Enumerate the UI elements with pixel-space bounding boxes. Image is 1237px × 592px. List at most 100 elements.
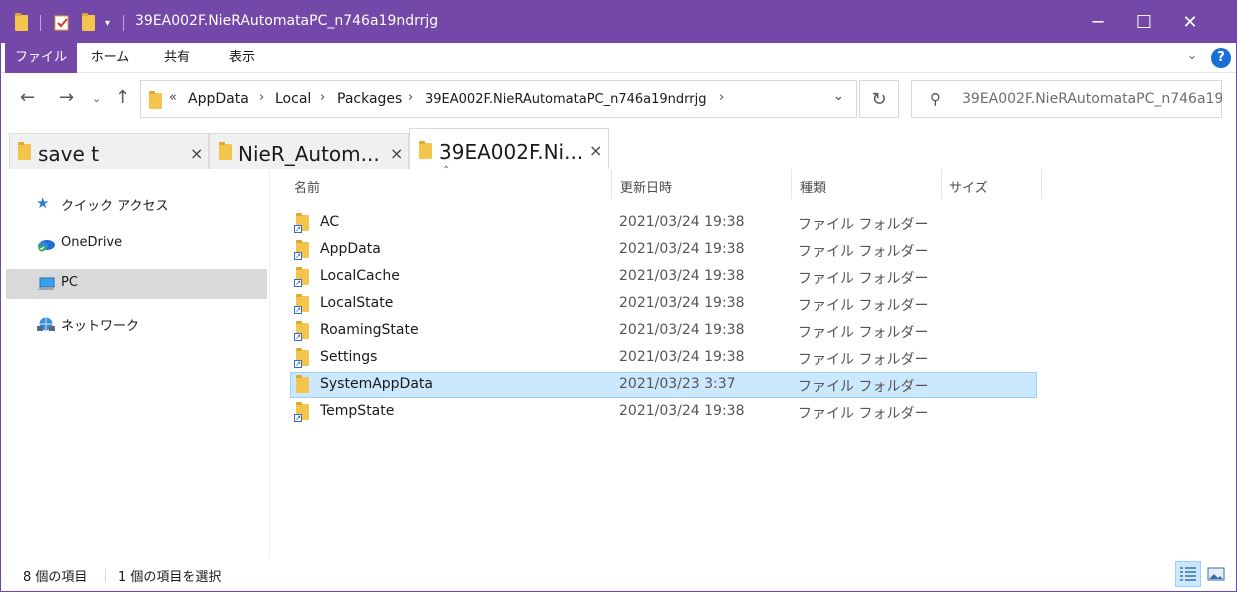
file-type: ファイル フォルダー: [798, 352, 929, 368]
recent-locations-chevron-icon[interactable]: ⌄: [92, 92, 101, 105]
address-bar[interactable]: « AppData › Local › Packages › 39EA002F.…: [140, 80, 857, 118]
column-divider[interactable]: [1041, 169, 1042, 199]
customize-toolbar-icon[interactable]: ▾: [105, 13, 110, 33]
toolbar-divider: [40, 15, 41, 31]
nav-item-network[interactable]: ネットワーク: [6, 309, 267, 339]
item-count: 8 個の項目: [23, 570, 88, 585]
search-box[interactable]: ⚲ 39EA002F.NieRAutomataPC_n746a19n...: [911, 80, 1222, 118]
file-date: 2021/03/24 19:38: [619, 241, 745, 257]
status-divider: [105, 568, 106, 582]
breadcrumb-overflow[interactable]: «: [169, 90, 177, 105]
table-row[interactable]: ↗ RoamingState 2021/03/24 19:38 ファイル フォル…: [290, 318, 1037, 344]
file-type: ファイル フォルダー: [798, 217, 929, 233]
file-name: SystemAppData: [320, 376, 433, 392]
ribbon-tab-share[interactable]: 共有: [153, 43, 201, 73]
file-name: Settings: [320, 349, 378, 365]
tab-label: NieR_Autom...: [238, 142, 380, 166]
window-title: 39EA002F.NieRAutomataPC_n746a19ndrrjg: [135, 13, 439, 29]
breadcrumb-packages[interactable]: Packages: [337, 91, 402, 107]
column-divider[interactable]: [941, 169, 942, 199]
large-icons-view-icon[interactable]: [1203, 561, 1229, 587]
ribbon-tab-file[interactable]: ファイル: [5, 43, 77, 73]
folder-icon: [18, 142, 31, 160]
nav-item-quick-access[interactable]: ★ クイック アクセス: [6, 189, 267, 219]
chevron-right-icon[interactable]: ›: [259, 90, 264, 105]
new-folder-icon[interactable]: [82, 13, 95, 33]
column-header-name[interactable]: 名前: [294, 177, 320, 196]
folder-shortcut-icon: ↗: [294, 402, 309, 422]
forward-arrow-icon[interactable]: →: [59, 87, 74, 108]
ribbon-tab-view[interactable]: 表示: [215, 43, 269, 73]
folder-icon: [296, 375, 309, 393]
table-row[interactable]: ↗ AppData 2021/03/24 19:38 ファイル フォルダー: [290, 237, 1037, 263]
file-name: LocalCache: [320, 268, 400, 284]
tab-label: save t: [38, 142, 100, 166]
refresh-icon[interactable]: ↻: [859, 80, 899, 118]
close-tab-icon[interactable]: ×: [589, 141, 602, 160]
file-date: 2021/03/24 19:38: [619, 214, 745, 230]
tab-nier-autom[interactable]: NieR_Autom... ×: [209, 133, 409, 169]
maximize-button[interactable]: ☐: [1121, 1, 1167, 43]
tab-save-t[interactable]: save t ×: [9, 133, 209, 169]
folder-shortcut-icon: ↗: [294, 267, 309, 287]
cloud-icon: [36, 236, 55, 252]
file-type: ファイル フォルダー: [798, 298, 929, 314]
expand-ribbon-icon[interactable]: ⌄: [1187, 48, 1197, 62]
chevron-right-icon[interactable]: ›: [320, 90, 325, 105]
table-row[interactable]: ↗ LocalState 2021/03/24 19:38 ファイル フォルダー: [290, 291, 1037, 317]
chevron-right-icon[interactable]: ›: [719, 90, 724, 105]
folder-shortcut-icon: ↗: [294, 294, 309, 314]
title-bar: ▾ 39EA002F.NieRAutomataPC_n746a19ndrrjg …: [1, 1, 1236, 43]
breadcrumb-package-folder[interactable]: 39EA002F.NieRAutomataPC_n746a19ndrrjg: [425, 92, 707, 107]
close-tab-icon[interactable]: ×: [190, 144, 203, 163]
navigation-pane: ★ クイック アクセス OneDrive PC ネットワーク: [1, 169, 270, 559]
tab-39ea002f[interactable]: 39EA002F.Ni... ×: [409, 128, 609, 169]
breadcrumb-local[interactable]: Local: [275, 91, 311, 107]
properties-icon[interactable]: [53, 13, 71, 33]
folder-tabs: save t × NieR_Autom... × 39EA002F.Ni... …: [1, 128, 1236, 169]
file-type: ファイル フォルダー: [798, 379, 929, 395]
up-arrow-icon[interactable]: ↑: [115, 87, 130, 108]
folder-shortcut-icon: ↗: [294, 321, 309, 341]
sort-ascending-icon: ⌃: [442, 165, 451, 176]
folder-icon: [219, 142, 232, 160]
pc-icon: [36, 276, 55, 292]
file-name: AppData: [320, 241, 381, 257]
tab-label: 39EA002F.Ni...: [439, 140, 584, 164]
file-type: ファイル フォルダー: [798, 271, 929, 287]
address-folder-icon: [149, 91, 162, 109]
file-date: 2021/03/24 19:38: [619, 349, 745, 365]
folder-shortcut-icon: ↗: [294, 240, 309, 260]
details-view-icon[interactable]: [1175, 561, 1201, 587]
table-row[interactable]: ↗ Settings 2021/03/24 19:38 ファイル フォルダー: [290, 345, 1037, 371]
file-name: AC: [320, 214, 340, 230]
column-header-date[interactable]: 更新日時: [620, 177, 672, 196]
folder-shortcut-icon: ↗: [294, 213, 309, 233]
file-date: 2021/03/24 19:38: [619, 403, 745, 419]
file-type: ファイル フォルダー: [798, 244, 929, 260]
file-date: 2021/03/24 19:38: [619, 295, 745, 311]
nav-item-pc[interactable]: PC: [6, 269, 267, 299]
column-divider[interactable]: [611, 169, 612, 199]
explorer-window: ▾ 39EA002F.NieRAutomataPC_n746a19ndrrjg …: [0, 0, 1237, 592]
table-row-selected[interactable]: SystemAppData 2021/03/23 3:37 ファイル フォルダー: [290, 372, 1037, 398]
close-button[interactable]: ✕: [1167, 1, 1213, 43]
back-arrow-icon[interactable]: ←: [20, 87, 35, 108]
nav-item-onedrive[interactable]: OneDrive: [6, 229, 267, 259]
minimize-button[interactable]: ─: [1075, 1, 1121, 43]
table-row[interactable]: ↗ AC 2021/03/24 19:38 ファイル フォルダー: [290, 210, 1037, 236]
help-icon[interactable]: ?: [1211, 48, 1231, 68]
column-header-type[interactable]: 種類: [800, 177, 826, 196]
star-icon: ★: [36, 194, 50, 212]
ribbon-tab-home[interactable]: ホーム: [83, 43, 137, 73]
table-row[interactable]: ↗ TempState 2021/03/24 19:38 ファイル フォルダー: [290, 399, 1037, 425]
column-divider[interactable]: [791, 169, 792, 199]
breadcrumb-appdata[interactable]: AppData: [188, 91, 249, 107]
table-row[interactable]: ↗ LocalCache 2021/03/24 19:38 ファイル フォルダー: [290, 264, 1037, 290]
nav-label: OneDrive: [61, 235, 123, 250]
network-icon: [36, 316, 55, 332]
column-header-size[interactable]: サイズ: [949, 177, 988, 196]
chevron-right-icon[interactable]: ›: [408, 90, 413, 105]
address-dropdown-icon[interactable]: ⌄: [833, 89, 844, 104]
close-tab-icon[interactable]: ×: [390, 144, 403, 163]
